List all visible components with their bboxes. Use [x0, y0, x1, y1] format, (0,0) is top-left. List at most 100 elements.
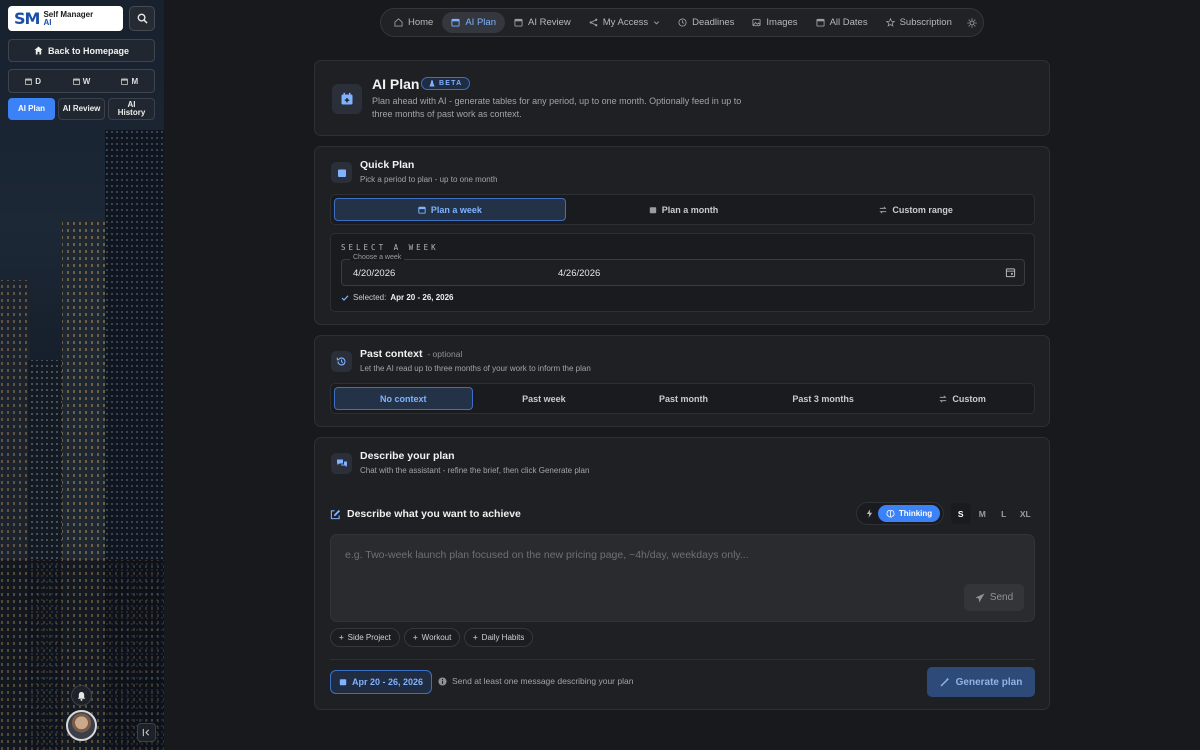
describe-subtitle: Chat with the assistant - refine the bri… [360, 466, 590, 475]
option-past-3-months[interactable]: Past 3 months [755, 387, 892, 410]
beta-badge: BETA [421, 77, 471, 90]
nav-ai-review[interactable]: AI Review [505, 12, 580, 33]
footer-divider [330, 659, 1035, 660]
logo-line2: AI [43, 17, 52, 27]
quick-plan-icon-tile [331, 162, 352, 183]
size-selector: S M L XL [951, 503, 1035, 524]
collapse-sidebar-button[interactable] [137, 723, 156, 742]
week-picker-panel: SELECT A WEEK Choose a week 4/20/2026 4/… [330, 233, 1035, 312]
header-card: AI Plan BETA Plan ahead with AI - genera… [314, 60, 1050, 136]
option-past-week[interactable]: Past week [476, 387, 613, 410]
sun-icon [967, 17, 977, 28]
nav-deadlines[interactable]: Deadlines [669, 12, 743, 33]
calendar-icon [816, 18, 825, 27]
app-logo[interactable]: SM Self Manager AI [8, 6, 123, 31]
quick-plan-subtitle: Pick a period to plan - up to one month [360, 175, 498, 184]
option-plan-a-week[interactable]: Plan a week [334, 198, 566, 221]
option-custom-range[interactable]: Custom range [801, 198, 1031, 221]
send-button[interactable]: Send [964, 584, 1024, 611]
search-icon [137, 13, 148, 24]
mode-toggle: Thinking [856, 502, 944, 525]
search-button[interactable] [129, 6, 155, 31]
view-toggle-day[interactable]: D [9, 70, 57, 92]
quick-plan-title: Quick Plan [360, 159, 415, 171]
thinking-mode-button[interactable]: Thinking [878, 505, 940, 522]
chip-daily-habits[interactable]: + Daily Habits [464, 628, 534, 647]
option-no-context[interactable]: No context [334, 387, 473, 410]
logo-mark: SM [14, 9, 40, 28]
chevron-down-icon [654, 21, 660, 25]
page-title: AI Plan [372, 76, 420, 92]
magic-wand-icon [940, 677, 949, 687]
info-icon [438, 676, 447, 686]
footer-date-pill[interactable]: Apr 20 - 26, 2026 [330, 670, 433, 694]
nav-subscription[interactable]: Subscription [877, 12, 961, 33]
calendar-icon [121, 77, 129, 85]
sidebar: SM Self Manager AI Back to Homepage D W … [0, 0, 164, 750]
star-icon [885, 18, 895, 27]
bell-icon [77, 691, 86, 701]
footer-hint: Send at least one message describing you… [438, 676, 633, 686]
tab-ai-history[interactable]: AI History [108, 98, 155, 120]
view-toggle-month[interactable]: M [106, 70, 154, 92]
lightning-icon [866, 509, 872, 518]
size-l[interactable]: L [994, 503, 1014, 524]
prompt-area: Send [330, 534, 1035, 622]
calendar-icon[interactable] [1005, 267, 1016, 278]
back-to-homepage-button[interactable]: Back to Homepage [8, 39, 155, 62]
edit-icon [330, 509, 341, 519]
size-xl[interactable]: XL [1016, 503, 1036, 524]
chip-side-project[interactable]: + Side Project [330, 628, 400, 647]
swap-icon [879, 205, 887, 214]
nav-all-dates[interactable]: All Dates [807, 12, 877, 33]
back-label: Back to Homepage [47, 45, 130, 56]
describe-icon-tile [331, 453, 352, 474]
selected-range: Apr 20 - 26, 2026 [390, 293, 454, 302]
page-description-line2: three months of past work as context. [372, 109, 522, 119]
optional-tag: - optional [427, 349, 463, 359]
week-range-input[interactable]: Choose a week 4/20/2026 4/26/2026 [341, 254, 1025, 286]
quick-plan-card: Quick Plan Pick a period to plan - up to… [314, 146, 1050, 325]
size-m[interactable]: M [973, 503, 993, 524]
avatar[interactable] [66, 710, 97, 741]
generate-plan-button[interactable]: Generate plan [927, 667, 1035, 697]
view-toggle-week[interactable]: W [57, 70, 105, 92]
home-icon [394, 18, 403, 27]
tab-ai-plan[interactable]: AI Plan [8, 98, 55, 120]
chip-workout[interactable]: + Workout [404, 628, 461, 647]
size-s[interactable]: S [951, 503, 971, 524]
collapse-icon [142, 728, 150, 737]
quick-mode-button[interactable] [860, 509, 878, 518]
option-plan-a-month[interactable]: Plan a month [569, 198, 799, 221]
flask-icon [429, 80, 435, 87]
calendar-icon [418, 206, 426, 214]
nav-my-access[interactable]: My Access [580, 12, 669, 33]
notifications-button[interactable] [71, 685, 92, 706]
context-selector: No context Past week Past month Past 3 m… [330, 383, 1035, 414]
calendar-icon [72, 77, 80, 85]
plan-period-selector: Plan a week Plan a month Custom range [330, 194, 1035, 225]
describe-plan-card: Describe your plan Chat with the assista… [314, 437, 1050, 710]
nav-images[interactable]: Images [743, 12, 806, 33]
calendar-icon [649, 206, 656, 213]
history-icon [336, 357, 346, 366]
option-custom[interactable]: Custom [894, 387, 1031, 410]
check-icon [341, 294, 349, 301]
top-navigation: Home AI Plan AI Review My Access Deadlin… [380, 8, 984, 37]
page-description-line1: Plan ahead with AI - generate tables for… [372, 96, 742, 106]
tab-ai-review[interactable]: AI Review [58, 98, 105, 120]
city-background-image [0, 130, 164, 750]
prompt-input[interactable] [331, 535, 951, 621]
ai-plan-icon-tile [332, 84, 362, 114]
describe-title: Describe your plan [360, 450, 455, 462]
end-date: 4/26/2026 [558, 268, 601, 279]
selected-summary: Selected: Apr 20 - 26, 2026 [341, 293, 454, 302]
calendar-icon [514, 18, 523, 27]
nav-ai-plan[interactable]: AI Plan [442, 12, 505, 33]
nav-home[interactable]: Home [385, 12, 442, 33]
option-past-month[interactable]: Past month [615, 387, 752, 410]
calendar-icon [337, 169, 346, 177]
theme-toggle-button[interactable] [961, 12, 983, 33]
ai-tabs: AI Plan AI Review AI History [8, 98, 155, 120]
calendar-icon [25, 77, 33, 85]
